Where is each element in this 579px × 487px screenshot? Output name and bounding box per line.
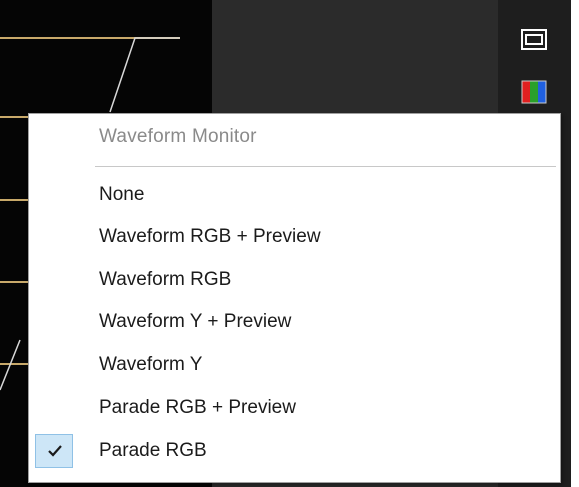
menu-item-waveform-y-preview[interactable]: Waveform Y + Preview xyxy=(33,303,556,341)
menu-item-label: Waveform RGB xyxy=(99,269,232,290)
menu-item-label: Parade RGB xyxy=(99,440,207,461)
menu-item-parade-rgb-preview[interactable]: Parade RGB + Preview xyxy=(33,389,556,427)
menu-item-label: None xyxy=(99,184,145,205)
menu-item-none[interactable]: None xyxy=(33,176,556,214)
menu-separator xyxy=(95,166,556,167)
checkmark-highlight xyxy=(35,434,73,468)
menu-item-label: Waveform Y + Preview xyxy=(99,311,292,332)
monitor-icon[interactable] xyxy=(519,26,549,54)
menu-item-label: Parade RGB + Preview xyxy=(99,397,296,418)
checkmark-icon xyxy=(48,445,62,457)
menu-item-label: Waveform Y xyxy=(99,354,203,375)
menu-item-parade-rgb[interactable]: Parade RGB xyxy=(33,432,556,470)
application-window: Waveform Monitor None Waveform RGB + Pre… xyxy=(0,0,579,487)
rgb-parade-icon[interactable] xyxy=(519,78,549,106)
menu-item-waveform-y[interactable]: Waveform Y xyxy=(33,346,556,384)
menu-item-label: Waveform RGB + Preview xyxy=(99,226,321,247)
menu-item-waveform-rgb-preview[interactable]: Waveform RGB + Preview xyxy=(33,218,556,256)
waveform-context-menu: Waveform Monitor None Waveform RGB + Pre… xyxy=(28,113,561,483)
menu-item-waveform-rgb[interactable]: Waveform RGB xyxy=(33,261,556,299)
waveform-trace xyxy=(109,37,180,113)
menu-header: Waveform Monitor xyxy=(99,126,257,147)
